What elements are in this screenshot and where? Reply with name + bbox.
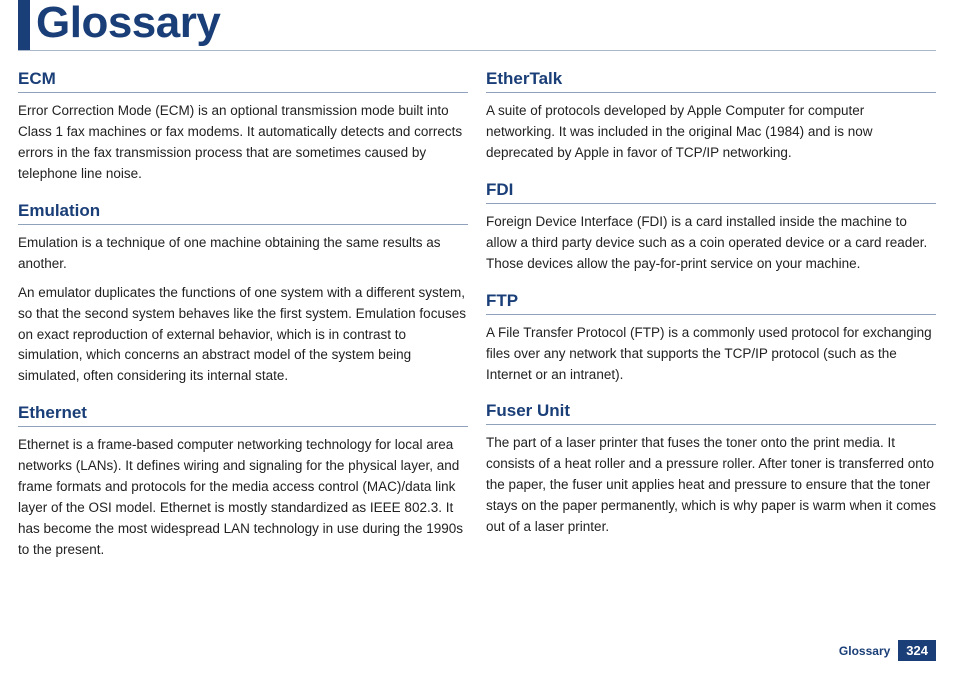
page-header: Glossary	[18, 0, 936, 51]
glossary-entry: Fuser Unit The part of a laser printer t…	[486, 401, 936, 538]
glossary-entry: Ethernet Ethernet is a frame-based compu…	[18, 403, 468, 561]
definition-text: An emulator duplicates the functions of …	[18, 283, 468, 388]
glossary-entry: FTP A File Transfer Protocol (FTP) is a …	[486, 291, 936, 386]
content-columns: ECM Error Correction Mode (ECM) is an op…	[0, 69, 954, 577]
right-column: EtherTalk A suite of protocols developed…	[486, 69, 936, 577]
term-heading: FTP	[486, 291, 936, 315]
definition-text: Foreign Device Interface (FDI) is a card…	[486, 212, 936, 275]
definition-text: The part of a laser printer that fuses t…	[486, 433, 936, 538]
term-heading: ECM	[18, 69, 468, 93]
definition-text: Emulation is a technique of one machine …	[18, 233, 468, 275]
glossary-entry: Emulation Emulation is a technique of on…	[18, 201, 468, 387]
term-heading: Fuser Unit	[486, 401, 936, 425]
footer-page-number: 324	[898, 640, 936, 661]
page-title: Glossary	[30, 0, 220, 50]
term-heading: Emulation	[18, 201, 468, 225]
page-footer: Glossary 324	[839, 640, 936, 661]
glossary-entry: ECM Error Correction Mode (ECM) is an op…	[18, 69, 468, 185]
definition-text: A File Transfer Protocol (FTP) is a comm…	[486, 323, 936, 386]
glossary-entry: FDI Foreign Device Interface (FDI) is a …	[486, 180, 936, 275]
term-heading: EtherTalk	[486, 69, 936, 93]
definition-text: A suite of protocols developed by Apple …	[486, 101, 936, 164]
definition-text: Error Correction Mode (ECM) is an option…	[18, 101, 468, 185]
left-column: ECM Error Correction Mode (ECM) is an op…	[18, 69, 468, 577]
glossary-entry: EtherTalk A suite of protocols developed…	[486, 69, 936, 164]
term-heading: Ethernet	[18, 403, 468, 427]
term-heading: FDI	[486, 180, 936, 204]
definition-text: Ethernet is a frame-based computer netwo…	[18, 435, 468, 561]
header-accent-bar	[18, 0, 30, 50]
footer-section-label: Glossary	[839, 644, 890, 658]
